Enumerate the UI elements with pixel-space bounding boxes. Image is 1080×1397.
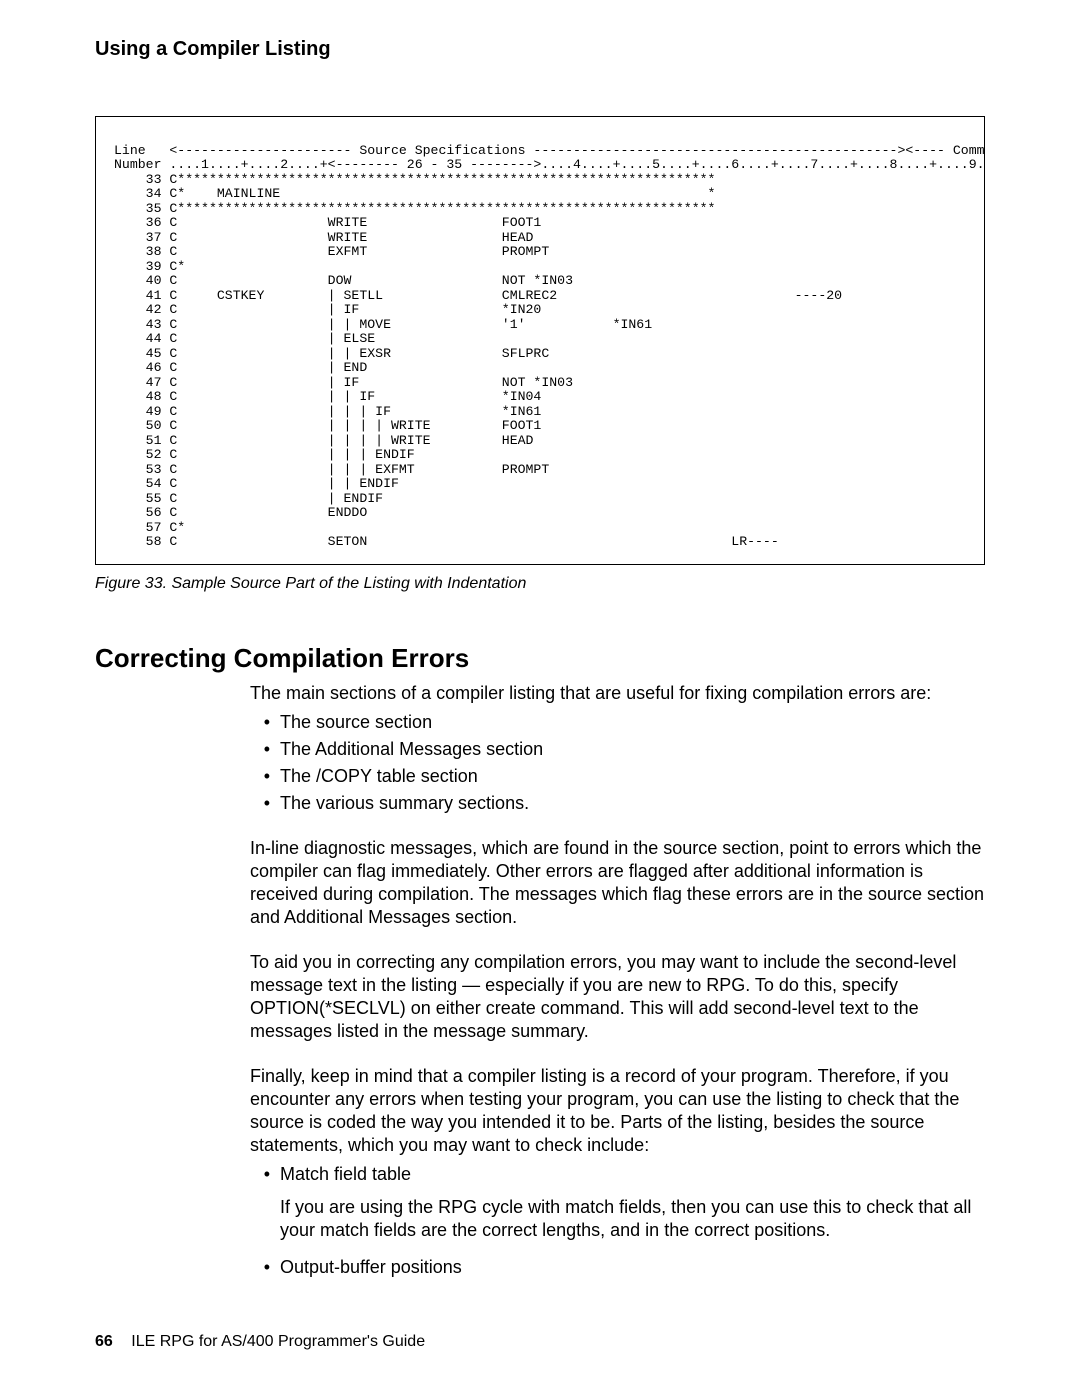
running-head: Using a Compiler Listing bbox=[95, 38, 985, 61]
book-title: ILE RPG for AS/400 Programmer's Guide bbox=[131, 1333, 425, 1350]
listing-line: 55 C | ENDIF 004200 bbox=[114, 491, 985, 506]
listing-line: 41 C CSTKEY | SETLL CMLREC2 ----20 00280… bbox=[114, 288, 985, 303]
paragraph: The main sections of a compiler listing … bbox=[250, 682, 985, 705]
paragraph: In-line diagnostic messages, which are f… bbox=[250, 837, 985, 929]
listing-line: 33 C************************************… bbox=[114, 172, 985, 187]
listing-line: 43 C | | MOVE '1' *IN61 003000 bbox=[114, 317, 985, 332]
body-column: The main sections of a compiler listing … bbox=[250, 682, 985, 1280]
listing-line: 52 C | | | ENDIF 003900 bbox=[114, 447, 985, 462]
listing-line: 54 C | | ENDIF 004100 bbox=[114, 476, 985, 491]
listing-line: 47 C | IF NOT *IN03 003400 bbox=[114, 375, 985, 390]
listing-line: 39 C* 002600 bbox=[114, 259, 985, 274]
page-footer: 66 ILE RPG for AS/400 Programmer's Guide bbox=[95, 1333, 425, 1351]
code-listing-figure: Line <---------------------- Source Spec… bbox=[95, 116, 985, 565]
listing-line: 40 C DOW NOT *IN03 002700 bbox=[114, 273, 985, 288]
listing-line: 50 C | | | | WRITE FOOT1 003700 bbox=[114, 418, 985, 433]
listing-line: 36 C WRITE FOOT1 002300 bbox=[114, 215, 985, 230]
section-heading-correcting-errors: Correcting Compilation Errors bbox=[95, 643, 985, 674]
listing-line: 53 C | | | EXFMT PROMPT 004000 bbox=[114, 462, 985, 477]
check-parts-list: Match field table If you are using the R… bbox=[250, 1163, 985, 1279]
listing-line: 45 C | | EXSR SFLPRC 003200 bbox=[114, 346, 985, 361]
listing-line: 51 C | | | | WRITE HEAD 003800 bbox=[114, 433, 985, 448]
list-item: Output-buffer positions bbox=[280, 1256, 985, 1279]
listing-line: 37 C WRITE HEAD 002400 bbox=[114, 230, 985, 245]
page: Using a Compiler Listing Line <---------… bbox=[0, 0, 1080, 1397]
listing-line: 58 C SETON LR---- 004600 bbox=[114, 534, 985, 549]
listing-line: 44 C | ELSE 003100 bbox=[114, 331, 985, 346]
list-item: The various summary sections. bbox=[280, 792, 985, 815]
listing-line: 38 C EXFMT PROMPT 002500 bbox=[114, 244, 985, 259]
listing-line: 42 C | IF *IN20 002900 bbox=[114, 302, 985, 317]
list-item: Match field table If you are using the R… bbox=[280, 1163, 985, 1242]
list-item-description: If you are using the RPG cycle with matc… bbox=[280, 1196, 985, 1242]
listing-line: 49 C | | | IF *IN61 003600 bbox=[114, 404, 985, 419]
list-item: The source section bbox=[280, 711, 985, 734]
listing-line: 56 C ENDDO 004300 bbox=[114, 505, 985, 520]
listing-line: 57 C* 004500 bbox=[114, 520, 985, 535]
list-item: The Additional Messages section bbox=[280, 738, 985, 761]
page-number: 66 bbox=[95, 1333, 113, 1350]
listing-line: Number ....1....+....2....+<-------- 26 … bbox=[114, 157, 985, 172]
paragraph: Finally, keep in mind that a compiler li… bbox=[250, 1065, 985, 1157]
useful-sections-list: The source section The Additional Messag… bbox=[250, 711, 985, 815]
list-item: The /COPY table section bbox=[280, 765, 985, 788]
listing-line: 46 C | END 003300 bbox=[114, 360, 985, 375]
paragraph: To aid you in correcting any compilation… bbox=[250, 951, 985, 1043]
list-item-label: Match field table bbox=[280, 1164, 411, 1184]
listing-line: 35 C************************************… bbox=[114, 201, 985, 216]
listing-line: 34 C* MAINLINE * 002100 bbox=[114, 186, 985, 201]
figure-caption: Figure 33. Sample Source Part of the Lis… bbox=[95, 575, 985, 593]
listing-line: 48 C | | IF *IN04 003500 bbox=[114, 389, 985, 404]
listing-line: Line <---------------------- Source Spec… bbox=[114, 143, 985, 158]
